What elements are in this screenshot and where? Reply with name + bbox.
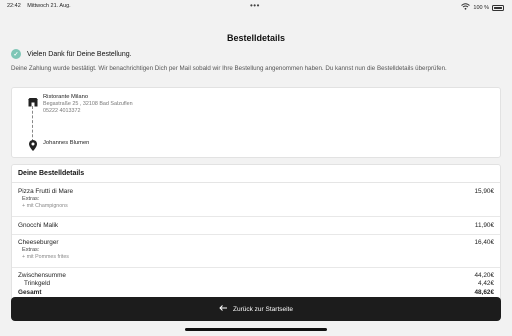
delivery-route-card: Ristorante Milano Begastraße 25 , 32108 …	[11, 87, 501, 158]
back-to-home-button[interactable]: Zurück zur Startseite	[11, 297, 501, 321]
restaurant-phone[interactable]: 05222 4013372	[43, 108, 80, 114]
subtotal-label: Zwischensumme	[18, 272, 66, 279]
item-extras-label: Extras:	[22, 196, 40, 202]
status-date: Mittwoch 21. Aug.	[27, 3, 71, 9]
check-badge-icon: ✓	[11, 49, 21, 59]
customer-name: Johannes Blumen	[43, 140, 90, 146]
status-time: 22:42	[7, 3, 21, 9]
tip-value: 4,42€	[478, 280, 494, 287]
item-name: Pizza Frutti di Mare	[18, 188, 74, 195]
order-item: Cheeseburger 16,40€ Extras: + mit Pommes…	[18, 239, 494, 260]
status-bar: 22:42 Mittwoch 21. Aug. ••• 100 %	[0, 0, 512, 14]
order-details-title: Deine Bestelldetails	[18, 170, 85, 177]
item-price: 11,90€	[474, 222, 494, 229]
divider	[12, 216, 500, 217]
item-extra: + mit Pommes frites	[22, 254, 69, 260]
restaurant-name: Ristorante Milano	[43, 94, 89, 100]
route-line	[32, 106, 33, 142]
subtotal-value: 44,20€	[474, 272, 494, 279]
payment-notice: Deine Zahlung wurde bestätigt. Wir benac…	[11, 65, 447, 72]
location-pin-icon	[26, 138, 40, 152]
home-indicator[interactable]	[185, 328, 327, 331]
total-label: Gesamt	[18, 289, 42, 296]
wifi-icon	[461, 3, 471, 12]
order-item: Pizza Frutti di Mare 15,90€ Extras: + mi…	[18, 188, 494, 209]
order-details-card: Deine Bestelldetails Pizza Frutti di Mar…	[11, 164, 501, 314]
restaurant-icon	[26, 95, 40, 109]
tip-row: Trinkgeld 4,42€	[18, 280, 494, 287]
confirmation-banner: ✓ Vielen Dank für Deine Bestellung.	[11, 49, 132, 59]
multitasking-dots[interactable]: •••	[250, 1, 260, 10]
item-name: Gnocchi Malik	[18, 222, 59, 229]
restaurant-address: Begastraße 25 , 32108 Bad Salzuflen	[43, 101, 133, 107]
battery-percent: 100 %	[473, 4, 489, 11]
item-extra: + mit Champignons	[22, 203, 68, 209]
total-value: 48,62€	[474, 289, 494, 296]
back-to-home-label: Zurück zur Startseite	[233, 305, 293, 313]
subtotal-row: Zwischensumme 44,20€	[18, 272, 494, 279]
tip-label: Trinkgeld	[24, 280, 51, 287]
page-title: Bestelldetails	[226, 33, 286, 43]
confirmation-message: Vielen Dank für Deine Bestellung.	[27, 50, 132, 58]
order-item: Gnocchi Malik 11,90€	[18, 222, 494, 229]
item-name: Cheeseburger	[18, 239, 59, 246]
item-price: 15,90€	[474, 188, 494, 195]
divider	[12, 267, 500, 268]
divider	[12, 234, 500, 235]
total-row: Gesamt 48,62€	[18, 289, 494, 296]
divider	[12, 182, 500, 183]
item-extras-label: Extras:	[22, 247, 40, 253]
battery-icon	[492, 4, 504, 11]
item-price: 16,40€	[474, 239, 494, 246]
arrow-left-icon	[219, 305, 228, 313]
